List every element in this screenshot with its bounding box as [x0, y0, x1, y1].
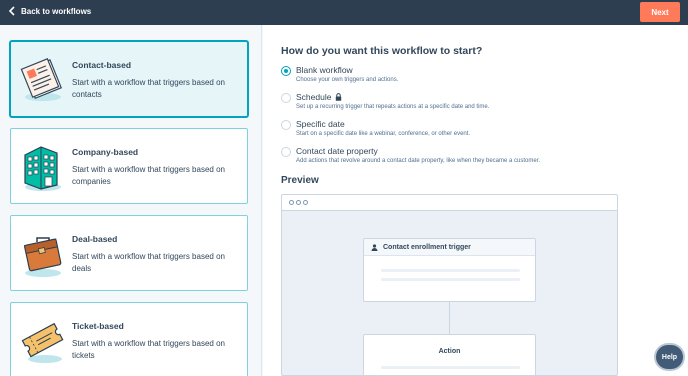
enrollment-trigger-card: Contact enrollment trigger — [363, 238, 536, 302]
card-title: Company-based — [72, 147, 139, 157]
card-description: Start with a workflow that triggers base… — [72, 252, 225, 273]
lock-icon — [336, 93, 342, 101]
placeholder-line — [381, 366, 520, 369]
option-label: Specific date — [296, 119, 345, 129]
card-description: Start with a workflow that triggers base… — [72, 165, 225, 186]
option-description: Choose your own triggers and actions. — [296, 77, 399, 83]
card-contact-based[interactable]: Contact-based Start with a workflow that… — [10, 41, 248, 117]
card-description: Start with a workflow that triggers base… — [72, 339, 225, 360]
flow-connector — [449, 302, 450, 334]
option-description: Set up a recurring trigger that repeats … — [296, 104, 490, 110]
window-dot-icon — [296, 200, 301, 205]
briefcase-icon — [23, 237, 62, 277]
option-specific-date[interactable]: Specific date Start on a specific date l… — [281, 119, 661, 143]
top-bar: Back to workflows Next — [0, 0, 688, 25]
card-description: Start with a workflow that triggers base… — [72, 78, 225, 99]
option-label: Contact date property — [296, 146, 378, 156]
option-blank-workflow[interactable]: Blank workflow Choose your own triggers … — [281, 65, 661, 89]
object-type-panel: Contact-based Start with a workflow that… — [0, 25, 262, 376]
card-title: Deal-based — [72, 234, 118, 244]
preview-window-bar — [282, 195, 617, 211]
option-label: Schedule — [296, 92, 342, 102]
contact-card-icon — [20, 58, 63, 101]
back-to-workflows-link[interactable]: Back to workflows — [8, 6, 91, 16]
person-icon — [371, 243, 378, 251]
card-company-based[interactable]: Company-based Start with a workflow that… — [10, 128, 248, 204]
option-schedule[interactable]: Schedule Set up a recurring trigger that… — [281, 92, 661, 116]
radio-button[interactable] — [281, 66, 291, 76]
building-icon — [24, 146, 61, 191]
placeholder-line — [381, 278, 520, 281]
radio-button[interactable] — [281, 120, 291, 130]
radio-button[interactable] — [281, 147, 291, 157]
action-label: Action — [438, 348, 461, 355]
preview-title: Preview — [281, 175, 319, 186]
window-dot-icon — [289, 200, 294, 205]
option-contact-date-property[interactable]: Contact date property Add actions that r… — [281, 146, 661, 170]
trigger-label: Contact enrollment trigger — [383, 243, 471, 251]
back-label: Back to workflows — [21, 6, 92, 16]
trigger-header: Contact enrollment trigger — [364, 239, 535, 256]
card-title: Ticket-based — [72, 321, 124, 331]
card-title: Contact-based — [72, 60, 132, 70]
option-description: Add actions that revolve around a contac… — [296, 158, 541, 164]
start-question: How do you want this workflow to start? — [281, 45, 483, 57]
option-label: Blank workflow — [296, 65, 353, 75]
card-deal-based[interactable]: Deal-based Start with a workflow that tr… — [10, 215, 248, 291]
help-button[interactable]: Help — [656, 345, 683, 369]
option-description: Start on a specific date like a webinar,… — [296, 131, 471, 137]
ticket-icon — [21, 322, 64, 363]
window-dot-icon — [303, 200, 308, 205]
card-ticket-based[interactable]: Ticket-based Start with a workflow that … — [10, 302, 248, 376]
next-button[interactable]: Next — [640, 2, 680, 22]
placeholder-line — [381, 269, 520, 272]
radio-button[interactable] — [281, 93, 291, 103]
action-card: Action — [363, 334, 536, 375]
workflow-preview: Contact enrollment trigger Action — [281, 194, 618, 376]
start-options-panel: How do you want this workflow to start? … — [263, 25, 688, 376]
chevron-left-icon — [8, 6, 15, 16]
